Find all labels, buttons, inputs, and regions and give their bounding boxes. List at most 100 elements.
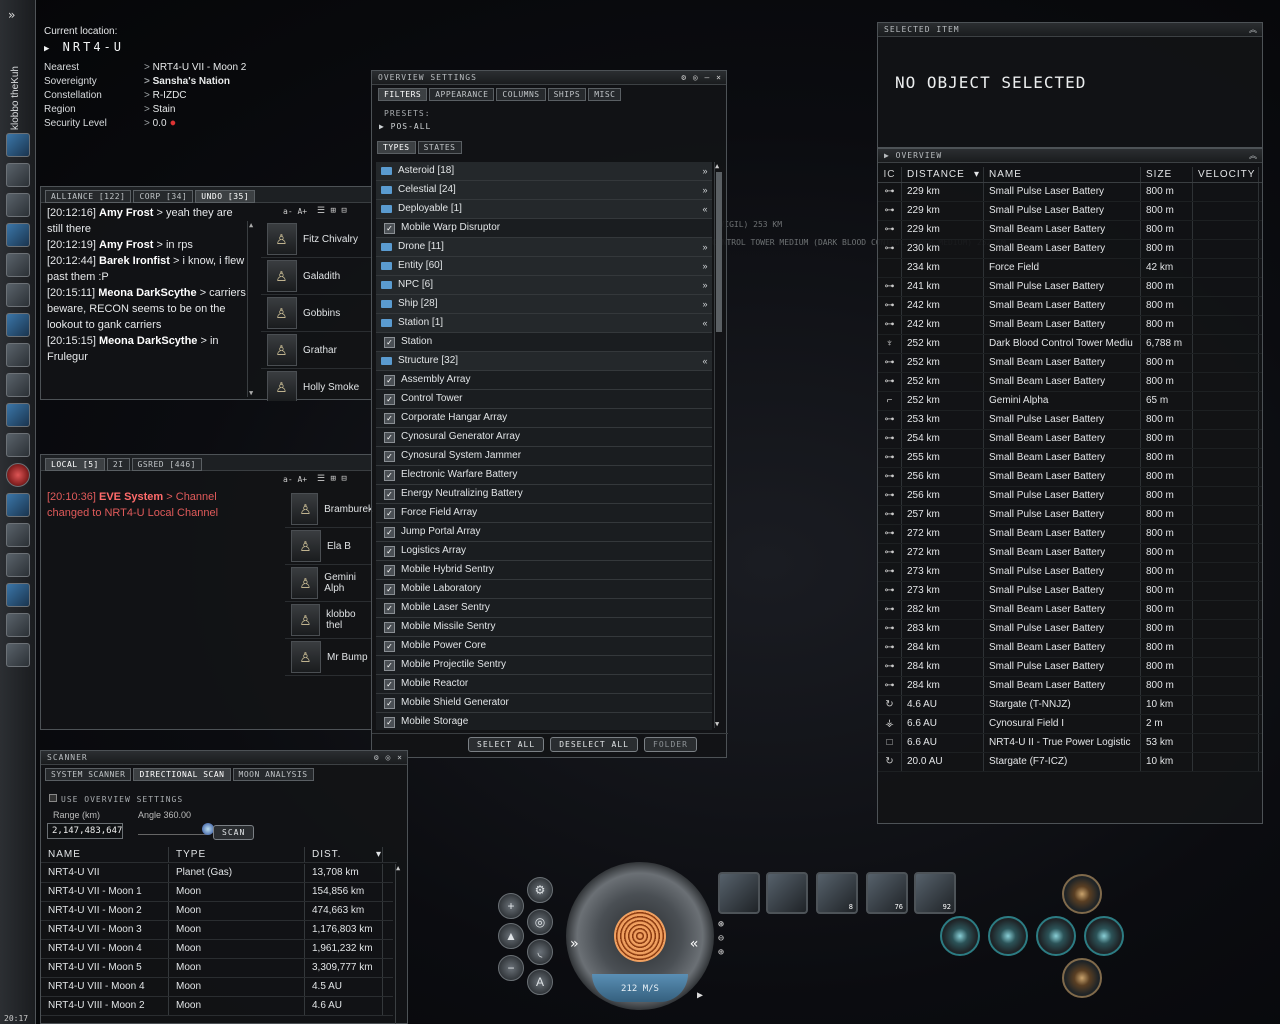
checkbox-icon[interactable]: ✓ [384, 450, 395, 462]
col-dist[interactable]: DIST. ▾ [305, 847, 383, 862]
checkbox-icon[interactable]: ✓ [384, 412, 395, 424]
scan-result-row[interactable]: NRT4-U VIII - Moon 4 Moon 4.5 AU [41, 978, 393, 997]
overview-row[interactable]: ↻ 4.6 AU Stargate (T-NNJZ) 10 km [878, 696, 1262, 715]
checkbox-icon[interactable]: ✓ [384, 621, 395, 633]
overview-row[interactable]: ⊶ 257 km Small Pulse Laser Battery 800 m [878, 506, 1262, 525]
expand-chevron-icon[interactable]: » [698, 181, 712, 199]
type-item[interactable]: ✓ Mobile Laboratory [376, 580, 712, 599]
module-shield-4[interactable] [1084, 916, 1124, 956]
member-item[interactable]: Gemini Alph [285, 565, 373, 602]
tab-ships[interactable]: SHIPS [547, 88, 587, 101]
expand-chevron-icon[interactable]: » [698, 162, 712, 180]
module-repairer[interactable] [766, 872, 808, 914]
overview-row[interactable]: ⊶ 229 km Small Pulse Laser Battery 800 m [878, 183, 1262, 202]
zoom-out-arrow-icon[interactable]: » [570, 936, 578, 952]
checkbox-icon[interactable]: ✓ [384, 678, 395, 690]
overview-row[interactable]: ⊶ 273 km Small Pulse Laser Battery 800 m [878, 563, 1262, 582]
member-item[interactable]: Fitz Chivalry [261, 221, 373, 258]
expand-chevron-icon[interactable]: » [698, 276, 712, 294]
type-item[interactable]: ✓ Energy Neutralizing Battery [376, 485, 712, 504]
overview-row[interactable]: ⊶ 253 km Small Pulse Laser Battery 800 m [878, 411, 1262, 430]
type-item[interactable]: ✓ Mobile Storage [376, 713, 712, 730]
overview-row[interactable]: ⊶ 283 km Small Pulse Laser Battery 800 m [878, 620, 1262, 639]
window-controls-icon[interactable]: ⚙ ◎ – × [681, 71, 722, 85]
angle-slider[interactable] [138, 823, 214, 835]
checkbox-icon[interactable]: ✓ [384, 716, 395, 728]
type-group[interactable]: Ship [28] » [376, 295, 712, 314]
tab-moon-analysis[interactable]: MOON ANALYSIS [232, 768, 314, 781]
neocom-expand-icon[interactable]: » [8, 8, 15, 22]
module-launcher-1[interactable]: 8 [816, 872, 858, 914]
collapse-icon[interactable]: ︽ [1249, 23, 1258, 37]
station-icon[interactable] [6, 523, 30, 547]
type-item[interactable]: ✓ Mobile Warp Disruptor [376, 219, 712, 238]
col-name[interactable]: NAME [984, 167, 1141, 182]
overview-row[interactable]: ⊶ 229 km Small Beam Laser Battery 800 m [878, 221, 1262, 240]
preset-selector[interactable]: ▶ POS-ALL [379, 122, 431, 131]
fitting-icon[interactable] [6, 373, 30, 397]
overview-row[interactable]: ⊶ 254 km Small Beam Laser Battery 800 m [878, 430, 1262, 449]
type-item[interactable]: ✓ Control Tower [376, 390, 712, 409]
module-shield-2[interactable] [988, 916, 1028, 956]
checkbox-icon[interactable]: ✓ [384, 697, 395, 709]
overview-row[interactable]: ⊶ 282 km Small Beam Laser Battery 800 m [878, 601, 1262, 620]
market-icon[interactable] [6, 433, 30, 457]
speed-indicator[interactable]: 212 M/S [592, 974, 688, 1002]
module-mid-1[interactable] [1062, 874, 1102, 914]
checkbox-icon[interactable]: ✓ [384, 640, 395, 652]
checkbox-icon[interactable]: ✓ [384, 393, 395, 405]
mail-icon[interactable] [6, 193, 30, 217]
scroll-down-icon[interactable]: ▼ [715, 720, 719, 728]
overview-row[interactable]: ⊶ 284 km Small Beam Laser Battery 800 m [878, 677, 1262, 696]
member-item[interactable]: Mr Bump [285, 639, 373, 676]
member-item[interactable]: Bramburek [285, 491, 373, 528]
people-icon[interactable] [6, 163, 30, 187]
scan-result-row[interactable]: NRT4-U VII Planet (Gas) 13,708 km [41, 864, 393, 883]
type-item[interactable]: ✓ Assembly Array [376, 371, 712, 390]
scroll-thumb[interactable] [716, 172, 722, 332]
scan-result-row[interactable]: NRT4-U VIII - Moon 2 Moon 4.6 AU [41, 997, 393, 1016]
member-item[interactable]: Grathar [261, 332, 373, 369]
checkbox-icon[interactable]: ✓ [384, 583, 395, 595]
type-item[interactable]: ✓ Logistics Array [376, 542, 712, 561]
portrait-icon[interactable] [6, 643, 30, 667]
overview-row[interactable]: ⊶ 256 km Small Beam Laser Battery 800 m [878, 468, 1262, 487]
system-name[interactable]: ▶ NRT4-U [44, 40, 344, 62]
member-item[interactable]: Galadith [261, 258, 373, 295]
tab-appearance[interactable]: APPEARANCE [429, 88, 495, 101]
cargo-icon[interactable]: ⚙ [527, 877, 553, 903]
type-item[interactable]: ✓ Jump Portal Array [376, 523, 712, 542]
tab-local[interactable]: LOCAL [5] [45, 458, 105, 471]
overview-row[interactable]: ⊶ 255 km Small Beam Laser Battery 800 m [878, 449, 1262, 468]
info-icon[interactable] [6, 613, 30, 637]
overview-row[interactable]: ⊶ 284 km Small Pulse Laser Battery 800 m [878, 658, 1262, 677]
checkbox-icon[interactable]: ✓ [384, 602, 395, 614]
scan-result-row[interactable]: NRT4-U VII - Moon 3 Moon 1,176,803 km [41, 921, 393, 940]
overview-row[interactable]: ⊶ 284 km Small Beam Laser Battery 800 m [878, 639, 1262, 658]
col-size[interactable]: SIZE [1141, 167, 1193, 182]
capacitor-icon[interactable] [614, 910, 666, 962]
overview-row[interactable]: ⊶ 252 km Small Beam Laser Battery 800 m [878, 373, 1262, 392]
col-ic[interactable]: IC [878, 167, 902, 182]
scan-result-row[interactable]: NRT4-U VII - Moon 1 Moon 154,856 km [41, 883, 393, 902]
deselect-all-button[interactable]: DESELECT ALL [550, 737, 638, 752]
type-item[interactable]: ✓ Mobile Missile Sentry [376, 618, 712, 637]
tab-system-scanner[interactable]: SYSTEM SCANNER [45, 768, 132, 781]
expand-chevron-icon[interactable]: « [698, 200, 712, 218]
overview-row[interactable]: ⊶ 229 km Small Pulse Laser Battery 800 m [878, 202, 1262, 221]
scroll-up-icon[interactable]: ▲ [715, 162, 723, 170]
msg-sender[interactable]: Barek Ironfist [99, 255, 170, 267]
checkbox-icon[interactable]: ✓ [384, 431, 395, 443]
folder-button[interactable]: FOLDER [644, 737, 697, 752]
scanner-tool-icon[interactable] [6, 583, 30, 607]
checkbox-icon[interactable]: ✓ [384, 374, 395, 386]
types-scrollbar[interactable]: ▲ ▼ [714, 162, 723, 728]
view-mode-icon[interactable]: ☰ ⊞ ⊟ [317, 474, 347, 484]
scan-result-row[interactable]: NRT4-U VII - Moon 2 Moon 474,663 km [41, 902, 393, 921]
expand-chevron-icon[interactable]: » [698, 238, 712, 256]
module-shield-3[interactable] [1036, 916, 1076, 956]
type-item[interactable]: ✓ Mobile Reactor [376, 675, 712, 694]
zoom-in-arrow-icon[interactable]: « [690, 936, 698, 952]
expand-chevron-icon[interactable]: » [698, 295, 712, 313]
msg-sender[interactable]: Amy Frost [99, 239, 153, 251]
